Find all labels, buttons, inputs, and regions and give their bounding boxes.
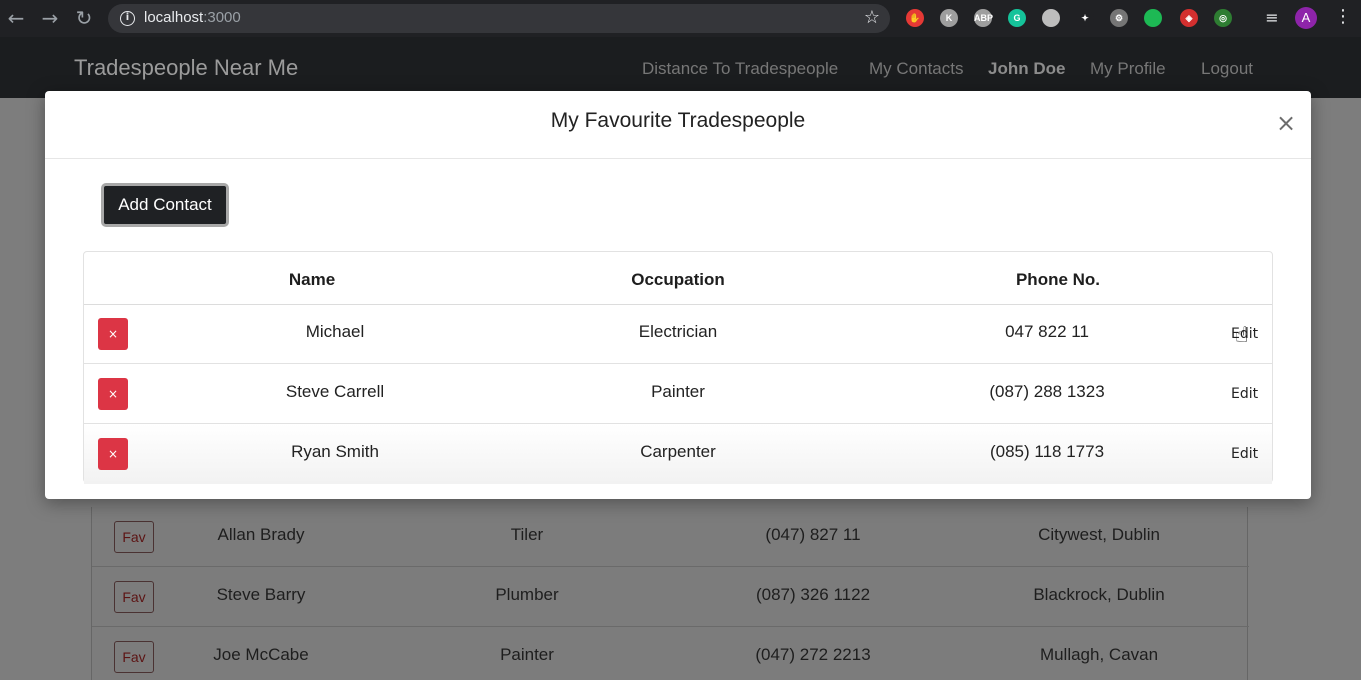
row-phone: (047) 827 11 (765, 525, 861, 544)
row-occupation: Tiler (510, 525, 544, 544)
target-icon[interactable]: ◎ (1214, 9, 1232, 27)
modal-title: My Favourite Tradespeople (550, 109, 806, 132)
fav-button[interactable]: Fav (114, 521, 154, 553)
reading-list-icon[interactable]: ≡ (1260, 6, 1284, 30)
app-navbar: Tradespeople Near Me Distance To Tradesp… (0, 37, 1361, 98)
delete-button[interactable]: × (98, 318, 128, 350)
row-occupation: Carpenter (640, 442, 716, 461)
chat-bubble-icon[interactable] (1144, 9, 1162, 27)
url-text[interactable]: localhost:3000 (144, 9, 241, 26)
row-name: Steve Carrell (285, 382, 385, 401)
row-name: Allan Brady (217, 525, 305, 544)
delete-button[interactable]: × (98, 438, 128, 470)
adblock-hand-icon[interactable]: ✋ (906, 9, 924, 27)
add-contact-button[interactable]: Add Contact (101, 183, 229, 227)
row-location: Blackrock, Dublin (1033, 585, 1165, 604)
column-header-name: Name (288, 270, 336, 289)
table-row: Fav Steve Barry Plumber (087) 326 1122 B… (92, 567, 1249, 627)
reload-icon[interactable]: ↻ (72, 6, 96, 30)
edit-button[interactable]: Edit (1231, 446, 1258, 462)
row-occupation: Painter (500, 645, 554, 664)
row-phone: (087) 326 1122 (755, 585, 871, 604)
nav-logout-link[interactable]: Logout (1201, 59, 1253, 79)
table-row: × Ryan Smith Carpenter (085) 118 1773 Ed… (84, 424, 1272, 484)
browser-toolbar: ← → ↻ i localhost:3000 ☆ ✋ K ABP G ✦ ⚙ ◈ ◎ ≡ A … (0, 0, 1361, 37)
background-table: Fav Allan Brady Tiler (047) 827 11 Cityw… (91, 507, 1249, 680)
modal-header: My Favourite Tradespeople × (45, 91, 1311, 159)
favourites-modal: My Favourite Tradespeople × Add Contact … (45, 91, 1311, 499)
row-occupation: Plumber (495, 585, 559, 604)
row-occupation: Painter (651, 382, 705, 401)
delete-button[interactable]: × (98, 378, 128, 410)
nav-profile-link[interactable]: My Profile (1090, 59, 1166, 79)
profile-avatar[interactable]: A (1295, 7, 1317, 29)
table-row: Fav Joe McCabe Painter (047) 272 2213 Mu… (92, 627, 1249, 680)
row-location: Citywest, Dublin (1038, 525, 1160, 544)
row-phone: (085) 118 1773 (989, 442, 1105, 461)
favourites-table: Name Occupation Phone No. × Michael Elec… (83, 251, 1273, 484)
spark-icon[interactable]: ✦ (1076, 9, 1094, 27)
red-extension-icon[interactable]: ◈ (1180, 9, 1198, 27)
grammarly-icon[interactable]: G (1008, 9, 1026, 27)
column-header-phone: Phone No. (1015, 270, 1101, 289)
nav-user-name[interactable]: John Doe (988, 59, 1065, 79)
edit-button[interactable]: Edit (1231, 386, 1258, 402)
fav-button[interactable]: Fav (114, 641, 154, 673)
row-name: Michael (305, 322, 365, 341)
abp-icon[interactable]: ABP (974, 9, 993, 27)
row-name: Joe McCabe (213, 645, 309, 664)
row-name: Ryan Smith (291, 442, 379, 461)
row-occupation: Electrician (638, 322, 718, 341)
table-row: Fav Allan Brady Tiler (047) 827 11 Cityw… (92, 507, 1249, 567)
row-location: Mullagh, Cavan (1039, 645, 1159, 664)
browser-menu-icon[interactable]: ⋮ (1334, 6, 1352, 27)
address-bar[interactable]: i localhost:3000 ☆ (108, 4, 890, 33)
close-icon[interactable]: × (1275, 109, 1297, 137)
nav-contacts-link[interactable]: My Contacts (869, 59, 963, 79)
grey-extension-icon[interactable]: K (940, 9, 958, 27)
fav-button[interactable]: Fav (114, 581, 154, 613)
info-icon[interactable]: i (120, 11, 135, 26)
bookmark-star-icon[interactable]: ☆ (864, 7, 880, 28)
row-phone: (047) 272 2213 (755, 645, 871, 664)
hand-cursor-icon: ☝ (1235, 323, 1249, 348)
forward-arrow-icon[interactable]: → (38, 6, 62, 30)
row-name: Steve Barry (216, 585, 306, 604)
brand-logo[interactable]: Tradespeople Near Me (74, 55, 298, 81)
docs-icon[interactable] (1042, 9, 1060, 27)
gear-extension-icon[interactable]: ⚙ (1110, 9, 1128, 27)
table-row: × Steve Carrell Painter (087) 288 1323 E… (84, 364, 1272, 424)
column-header-occupation: Occupation (631, 270, 725, 289)
back-arrow-icon[interactable]: ← (4, 6, 28, 30)
table-row: × Michael Electrician 047 822 11 Edit (84, 304, 1272, 364)
row-phone: 047 822 11 (1005, 322, 1089, 341)
nav-distance-link[interactable]: Distance To Tradespeople (642, 59, 838, 79)
row-phone: (087) 288 1323 (989, 382, 1105, 401)
